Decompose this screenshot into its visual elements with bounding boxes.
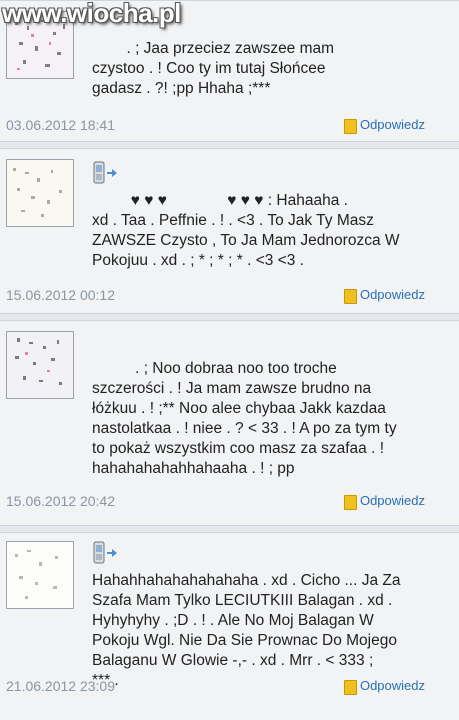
watermark: www.wiocha.pl [2,0,181,28]
reply-button[interactable]: Odpowiedz [343,287,425,304]
reply-icon [343,680,357,695]
comment-card: . ; Noo dobraa noo too troche szczerości… [0,320,459,526]
reply-label: Odpowiedz [359,678,425,693]
comment-date: 03.06.2012 18:41 [6,117,115,133]
avatar[interactable] [6,541,74,609]
comment-text: Hahahhahahahahahaha . xd . Cicho ... Ja … [92,572,401,689]
mobile-phone-icon [93,541,117,564]
mobile-phone-icon [93,161,117,184]
reply-icon [343,289,357,304]
comment-text: ♥ ♥ ♥ ♥ ♥ ♥ : Hahaaha . xd . Taa . Peffn… [92,192,400,269]
reply-label: Odpowiedz [359,117,425,132]
reply-button[interactable]: Odpowiedz [343,493,425,510]
comment-date: 21.06.2012 23:09 [6,678,115,694]
reply-icon [343,495,357,510]
comment-text: . ; Jaa przeciez zawszee mam czystoo . !… [92,40,335,97]
comment-card: ♥ ♥ ♥ ♥ ♥ ♥ : Hahaaha . xd . Taa . Peffn… [0,148,459,314]
avatar[interactable] [6,331,74,399]
reply-button[interactable]: Odpowiedz [343,678,425,695]
comment-date: 15.06.2012 20:42 [6,493,115,509]
comment-card: Hahahhahahahahahaha . xd . Cicho ... Ja … [0,532,459,720]
reply-button[interactable]: Odpowiedz [343,117,425,134]
reply-label: Odpowiedz [359,287,425,302]
reply-icon [343,119,357,134]
comment-date: 15.06.2012 00:12 [6,287,115,303]
avatar[interactable] [6,159,74,227]
reply-label: Odpowiedz [359,493,425,508]
comment-text: . ; Noo dobraa noo too troche szczerości… [92,360,397,477]
